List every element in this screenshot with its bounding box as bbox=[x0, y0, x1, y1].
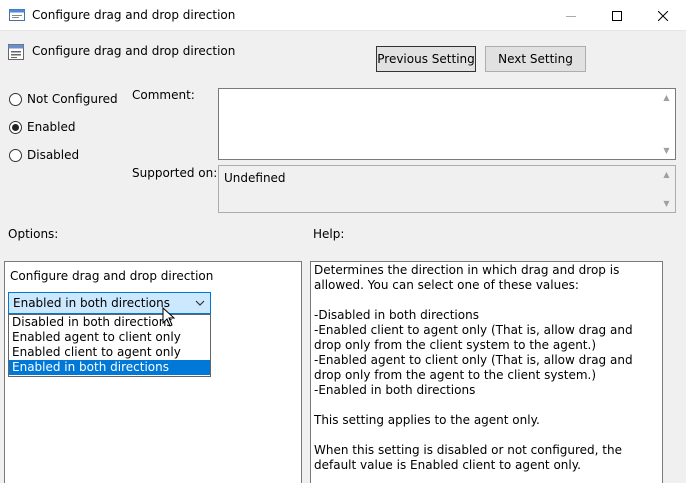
help-paragraph: When this setting is disabled or not con… bbox=[314, 443, 622, 472]
scroll-up-icon[interactable]: ▲ bbox=[658, 166, 675, 183]
help-text: Determines the direction in which drag a… bbox=[314, 263, 660, 483]
window-title: Configure drag and drop direction bbox=[32, 8, 236, 22]
close-button[interactable] bbox=[640, 0, 686, 31]
minimize-icon bbox=[566, 15, 576, 17]
supported-on-value: Undefined bbox=[224, 171, 286, 185]
previous-setting-button[interactable]: Previous Setting bbox=[376, 46, 476, 72]
comment-label: Comment: bbox=[132, 88, 195, 102]
radio-not-configured[interactable]: Not Configured bbox=[9, 91, 118, 107]
scroll-up-icon[interactable]: ▲ bbox=[658, 89, 675, 106]
close-icon bbox=[658, 10, 668, 21]
next-setting-button[interactable]: Next Setting bbox=[485, 46, 586, 72]
radio-disabled[interactable]: Disabled bbox=[9, 147, 79, 163]
maximize-button[interactable] bbox=[594, 0, 640, 31]
scroll-down-icon[interactable]: ▼ bbox=[658, 142, 675, 159]
maximize-icon bbox=[612, 10, 622, 21]
title-bar: Configure drag and drop direction bbox=[0, 0, 686, 31]
policy-window-icon bbox=[9, 9, 25, 21]
radio-circle[interactable] bbox=[9, 120, 22, 134]
dropdown-option[interactable]: Enabled client to agent only bbox=[9, 345, 210, 360]
direction-select[interactable]: Enabled in both directions bbox=[8, 292, 211, 314]
help-paragraph: Determines the direction in which drag a… bbox=[314, 263, 620, 292]
supported-scrollbar[interactable]: ▲ ▼ bbox=[658, 166, 675, 212]
radio-label: Disabled bbox=[27, 148, 80, 162]
option-setting-label: Configure drag and drop direction bbox=[10, 269, 214, 283]
radio-circle[interactable] bbox=[9, 92, 22, 106]
options-heading: Options: bbox=[8, 227, 59, 241]
radio-label: Enabled bbox=[27, 120, 76, 134]
dropdown-option[interactable]: Enabled agent to client only bbox=[9, 330, 210, 345]
supported-on-field: Undefined ▲ ▼ bbox=[218, 165, 676, 213]
minimize-button[interactable] bbox=[548, 0, 594, 31]
comment-scrollbar[interactable]: ▲ ▼ bbox=[658, 89, 675, 159]
mouse-cursor-icon bbox=[162, 307, 176, 327]
dropdown-option[interactable]: Disabled in both directions bbox=[9, 315, 210, 330]
comment-field[interactable]: ▲ ▼ bbox=[218, 88, 676, 160]
direction-select-value: Enabled in both directions bbox=[13, 296, 170, 310]
dropdown-option-selected[interactable]: Enabled in both directions bbox=[9, 360, 210, 375]
radio-label: Not Configured bbox=[27, 92, 118, 106]
policy-setting-icon bbox=[8, 44, 24, 60]
chevron-down-icon bbox=[195, 300, 205, 306]
radio-circle[interactable] bbox=[9, 148, 22, 162]
scroll-down-icon[interactable]: ▼ bbox=[658, 195, 675, 212]
help-paragraph: -Disabled in both directions -Enabled cl… bbox=[314, 308, 633, 397]
supported-on-label: Supported on: bbox=[132, 166, 218, 180]
direction-dropdown-list[interactable]: Disabled in both directions Enabled agen… bbox=[8, 314, 211, 377]
setting-title: Configure drag and drop direction bbox=[32, 44, 236, 58]
help-heading: Help: bbox=[313, 227, 345, 241]
help-paragraph: This setting applies to the agent only. bbox=[314, 413, 540, 427]
radio-enabled[interactable]: Enabled bbox=[9, 119, 76, 135]
